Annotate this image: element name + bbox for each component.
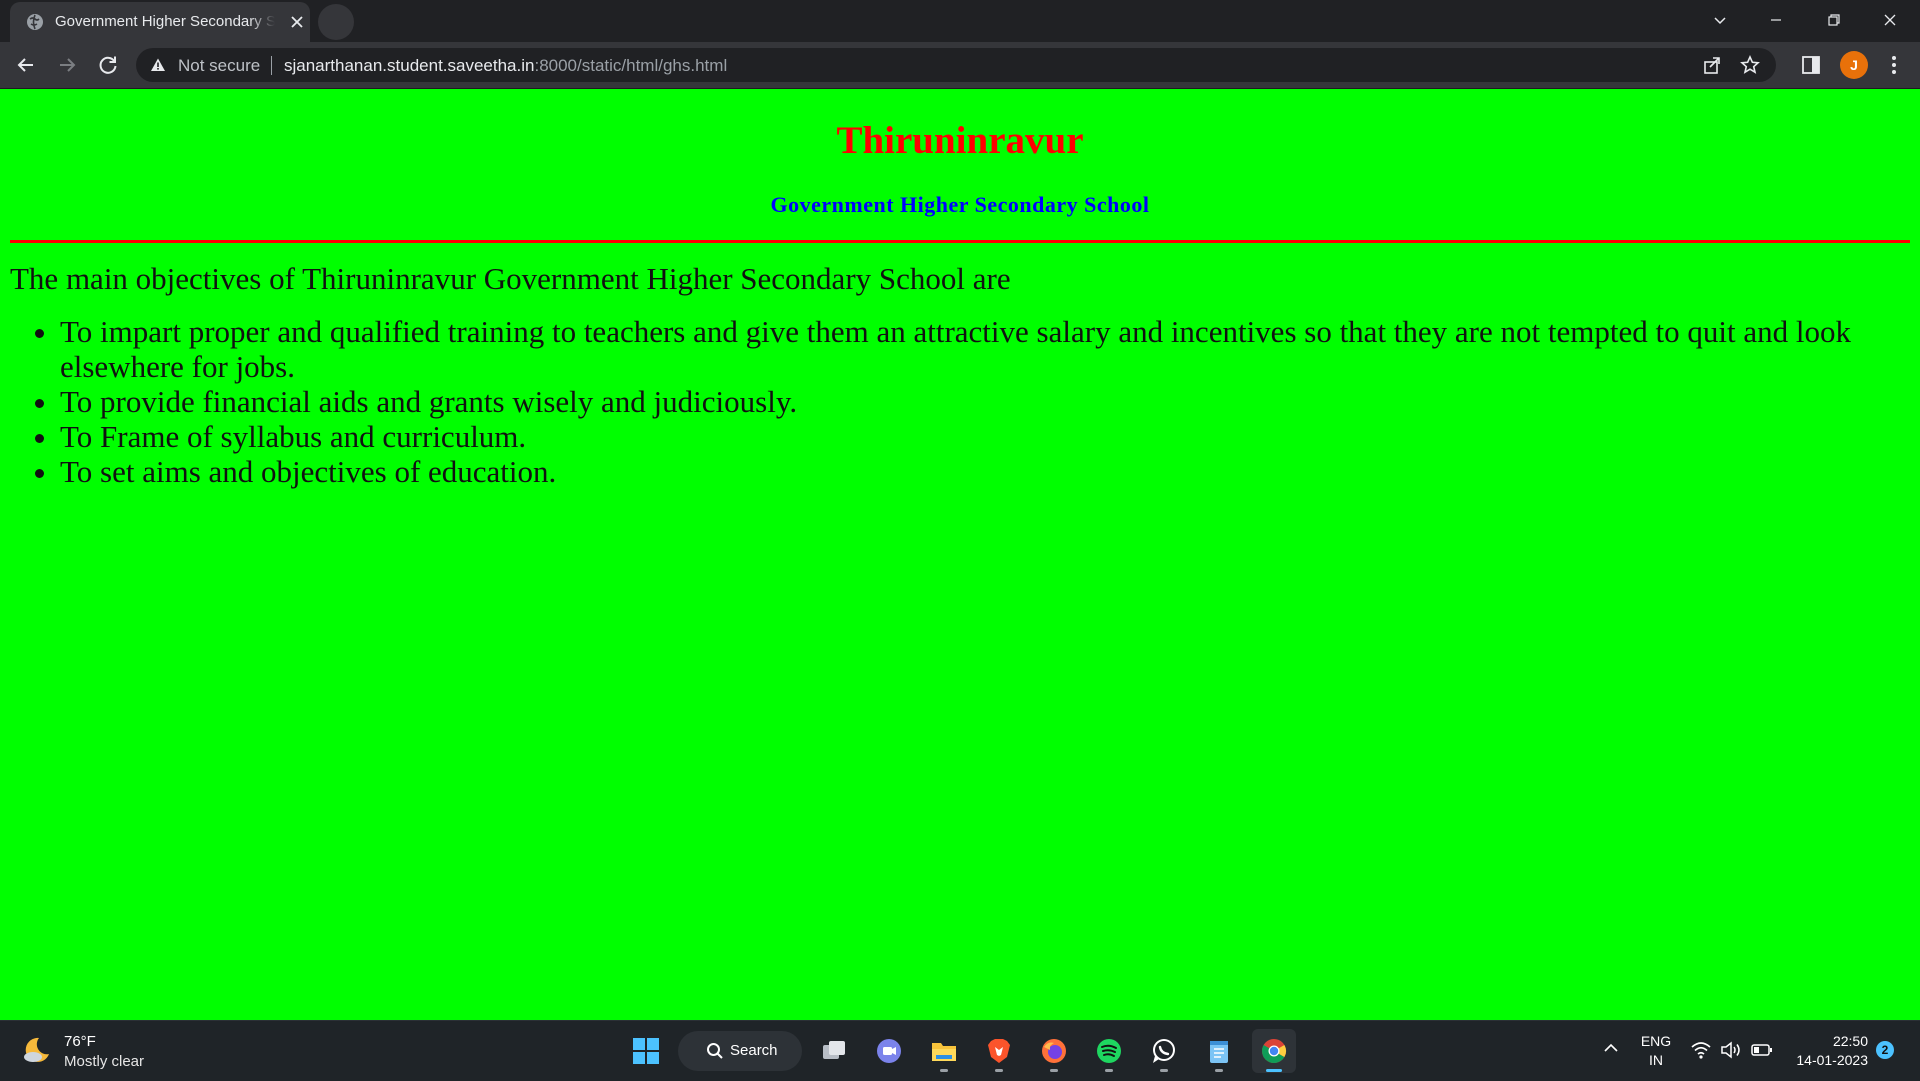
reload-icon[interactable] [96,53,120,77]
clock-time: 22:50 [1832,1033,1868,1049]
chrome-icon [1262,1039,1287,1064]
weather-condition[interactable]: Mostly clear [64,1053,144,1070]
list-item: To provide financial aids and grants wis… [60,384,1890,419]
url-text[interactable]: sjanarthanan.student.saveetha.in:8000/st… [284,56,727,76]
taskbar: 76°F Mostly clear Search ENG IN 22:50 14… [0,1020,1920,1081]
notepad-button[interactable] [1197,1029,1241,1073]
objectives-list: To impart proper and qualified training … [10,314,1890,489]
horizontal-rule [10,240,1910,243]
list-item: To impart proper and qualified training … [60,314,1890,384]
battery-icon[interactable] [1750,1040,1774,1060]
whatsapp-button[interactable] [1142,1029,1186,1073]
weather-temperature[interactable]: 76°F [64,1033,96,1050]
side-panel-icon[interactable] [1800,54,1822,76]
new-tab-button[interactable] [318,4,354,40]
file-explorer-icon [932,1043,956,1061]
browser-tab[interactable]: Government Higher Secondary School [10,2,310,42]
running-indicator [995,1069,1003,1072]
browser-tab-strip: Government Higher Secondary School [0,0,1920,42]
more-menu-icon[interactable] [1884,54,1904,76]
chrome-button[interactable] [1252,1029,1296,1073]
running-indicator [1215,1069,1223,1072]
moon-weather-icon[interactable] [22,1035,52,1065]
url-host: sjanarthanan.student.saveetha.in [284,56,535,75]
forward-arrow-icon[interactable] [55,53,79,77]
clock-date: 14-01-2023 [1796,1052,1868,1068]
system-clock[interactable]: 22:50 14-01-2023 [1788,1032,1868,1070]
url-path: :8000/static/html/ghs.html [534,56,728,75]
search-label: Search [730,1042,778,1059]
page-subheading: Government Higher Secondary School [770,192,1150,217]
minimize-button[interactable] [1748,0,1804,40]
firefox-icon [1042,1039,1066,1063]
chevron-down-icon [1714,17,1726,25]
region-code: IN [1649,1052,1663,1068]
teams-chat-button[interactable] [867,1029,911,1073]
notification-badge[interactable]: 2 [1876,1041,1894,1059]
close-tab-icon[interactable] [289,14,305,30]
whatsapp-icon [1153,1039,1175,1063]
minimize-icon [1771,19,1781,21]
tab-title: Government Higher Secondary School [55,13,275,30]
language-indicator[interactable]: ENG IN [1634,1032,1678,1070]
taskbar-search[interactable]: Search [678,1031,802,1071]
intro-paragraph: The main objectives of Thiruninravur Gov… [10,261,1011,296]
chevron-up-icon[interactable] [1602,1039,1620,1057]
running-indicator [1160,1069,1168,1072]
brave-browser-button[interactable] [977,1029,1021,1073]
brave-browser-icon [988,1039,1010,1063]
teams-chat-icon [877,1039,901,1063]
profile-avatar[interactable]: J [1840,51,1868,79]
list-item: To Frame of syllabus and curriculum. [60,419,1890,454]
close-icon [1884,14,1896,26]
volume-icon[interactable] [1720,1040,1742,1060]
tab-search-button[interactable] [1692,0,1748,40]
address-bar[interactable]: Not secure sjanarthanan.student.saveetha… [136,48,1776,82]
list-item: To set aims and objectives of education. [60,454,1890,489]
back-arrow-icon[interactable] [14,53,38,77]
start-button[interactable] [624,1029,668,1073]
restore-icon [1828,14,1840,26]
share-icon[interactable] [1702,55,1722,75]
address-separator [271,56,272,75]
spotify-button[interactable] [1087,1029,1131,1073]
running-indicator [1050,1069,1058,1072]
web-page: Thiruninravur Government Higher Secondar… [0,89,1920,1020]
page-heading: Thiruninravur [836,119,1084,162]
bookmark-star-icon[interactable] [1740,55,1760,75]
firefox-button[interactable] [1032,1029,1076,1073]
language-code: ENG [1640,1033,1672,1049]
running-indicator [1105,1069,1113,1072]
file-explorer-button[interactable] [922,1029,966,1073]
running-indicator [940,1069,948,1072]
running-indicator [1266,1069,1282,1072]
globe-icon [27,14,43,30]
windows-start-icon [633,1038,659,1064]
close-window-button[interactable] [1862,0,1918,40]
task-view-button[interactable] [812,1029,856,1073]
notepad-icon [1210,1041,1228,1063]
search-icon [707,1043,723,1059]
restore-button[interactable] [1806,0,1862,40]
warning-triangle-icon [151,58,165,71]
browser-toolbar: Not secure sjanarthanan.student.saveetha… [0,42,1920,89]
task-view-icon [823,1041,845,1059]
security-status[interactable]: Not secure [178,56,260,76]
wifi-icon[interactable] [1690,1040,1712,1060]
spotify-icon [1097,1039,1121,1063]
